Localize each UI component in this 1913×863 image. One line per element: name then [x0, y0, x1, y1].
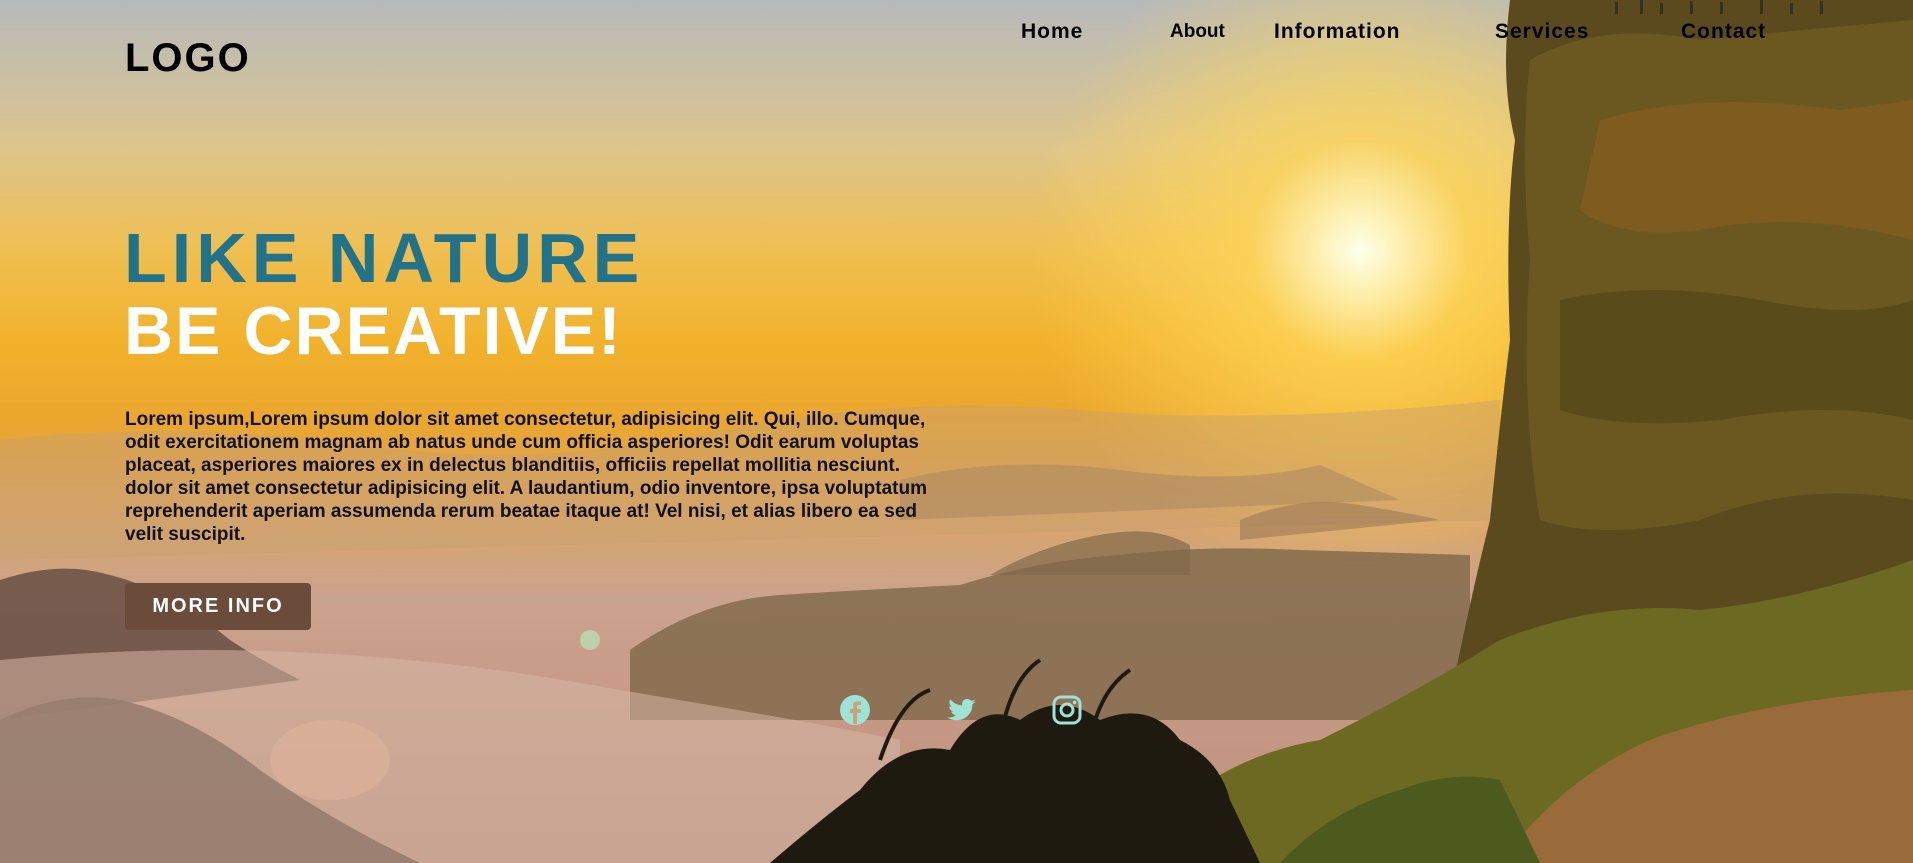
instagram-link[interactable] — [1050, 693, 1084, 727]
nav-services-link[interactable]: Services — [1495, 20, 1589, 44]
nav-contact-link[interactable]: Contact — [1681, 20, 1766, 44]
main-navigation: Home About Information Services Contact — [0, 20, 1913, 50]
nav-home-link[interactable]: Home — [1021, 20, 1083, 44]
facebook-icon — [840, 695, 870, 725]
hero-title-line-1: LIKE NATURE — [124, 219, 645, 297]
nav-about-link[interactable]: About — [1170, 21, 1225, 43]
instagram-icon — [1052, 695, 1082, 725]
twitter-icon — [947, 699, 976, 721]
nav-information-link[interactable]: Information — [1274, 20, 1401, 44]
hero-title-line-2: BE CREATIVE! — [124, 293, 623, 369]
more-info-button[interactable]: MORE INFO — [125, 583, 311, 630]
facebook-link[interactable] — [838, 693, 872, 727]
hero-description: Lorem ipsum,Lorem ipsum dolor sit amet c… — [125, 409, 927, 545]
twitter-link[interactable] — [945, 693, 979, 727]
